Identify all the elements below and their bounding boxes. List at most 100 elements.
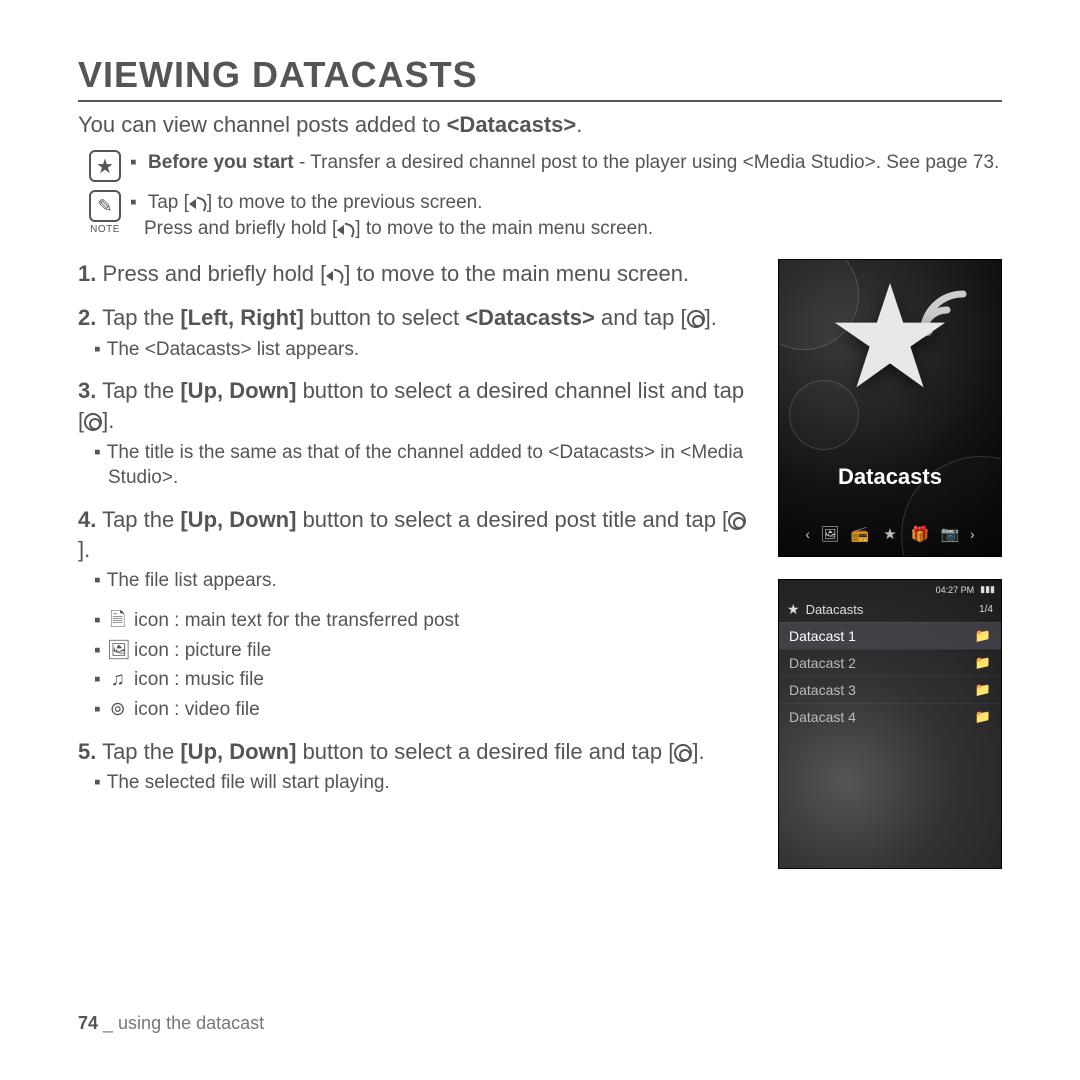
note-l2a: Press and briefly hold [ — [144, 218, 337, 239]
step-1: 1. Press and briefly hold [] to move to … — [78, 259, 754, 289]
star-large-icon — [830, 277, 950, 397]
target-icon — [84, 413, 102, 431]
folder-icon: 📁 — [975, 682, 991, 698]
footer-section: using the datacast — [118, 1013, 264, 1033]
step1-num: 1. — [78, 261, 96, 286]
icon-legend-text: ▪🗎 icon : main text for the transferred … — [78, 608, 754, 634]
step5-sub-text: The selected file will start playing. — [107, 772, 390, 793]
step2-sub-text: The <Datacasts> list appears. — [107, 339, 359, 360]
footer-sep: _ — [98, 1013, 118, 1033]
list-item[interactable]: Datacast 2 📁 — [779, 649, 1001, 676]
device2-count: 1/4 — [979, 604, 993, 615]
step2-d: ]. — [705, 305, 717, 330]
radio-nav-icon: 📻 — [850, 526, 870, 542]
step4-bold: [Up, Down] — [180, 507, 296, 532]
step5-b: button to select a desired file and tap … — [296, 739, 674, 764]
device-screenshot-main: Datacasts ‹ 🖼 📻 ★ 🎁 📷 › — [778, 259, 1002, 557]
device1-label: Datacasts — [779, 464, 1001, 490]
callout-before: ▪ Before you start - Transfer a desired … — [122, 150, 999, 176]
before-rest: - Transfer a desired channel post to the… — [294, 152, 1000, 173]
status-bar: 04:27 PM ▮▮▮ — [779, 580, 1001, 599]
step5-c: ]. — [692, 739, 704, 764]
step-4: 4. Tap the [Up, Down] button to select a… — [78, 505, 754, 594]
intro-post: . — [576, 112, 582, 137]
step3-c: ]. — [102, 408, 114, 433]
icon-legend-music: ▪♫ icon : music file — [78, 667, 754, 693]
chevron-left-icon: ‹ — [805, 526, 810, 542]
step4-sub: ▪The file list appears. — [78, 568, 754, 594]
device2-header: ★ Datacasts 1/4 — [779, 599, 1001, 622]
folder-icon: 📁 — [975, 655, 991, 671]
step-5: 5. Tap the [Up, Down] button to select a… — [78, 737, 754, 796]
picture-icon: 🖼 — [107, 638, 129, 664]
icon-legend-pic: ▪🖼 icon : picture file — [78, 638, 754, 664]
back-arrow-icon — [189, 196, 207, 210]
list-item-label: Datacast 3 — [789, 682, 856, 698]
star-small-icon: ★ — [787, 601, 800, 618]
star-icon: ★ — [89, 150, 121, 182]
legend-pic: icon : picture file — [134, 640, 271, 661]
step2-num: 2. — [78, 305, 96, 330]
folder-icon: 📁 — [975, 709, 991, 725]
step3-sub-text: The title is the same as that of the cha… — [107, 442, 743, 489]
step2-c: and tap [ — [595, 305, 687, 330]
step5-bold: [Up, Down] — [180, 739, 296, 764]
step1-a: Press and briefly hold [ — [96, 261, 326, 286]
step5-a: Tap the — [96, 739, 180, 764]
picture-nav-icon: 🖼 — [820, 526, 840, 542]
legend-text: icon : main text for the transferred pos… — [134, 610, 459, 631]
callout-note: ▪ Tap [] to move to the previous screen.… — [122, 190, 653, 241]
icon-legend-video: ▪⊚ icon : video file — [78, 697, 754, 723]
intro-pre: You can view channel posts added to — [78, 112, 447, 137]
note-label: NOTE — [88, 224, 122, 235]
page-title: VIEWING DATACASTS — [78, 54, 1002, 102]
legend-video: icon : video file — [134, 699, 260, 720]
note-l2b: ] to move to the main menu screen. — [355, 218, 653, 239]
back-arrow-icon — [337, 222, 355, 236]
target-icon — [728, 512, 746, 530]
step4-sub-text: The file list appears. — [107, 570, 277, 591]
battery-icon: ▮▮▮ — [980, 584, 995, 595]
note-l1a: Tap [ — [148, 192, 189, 213]
device2-title: Datacasts — [806, 602, 974, 617]
target-icon — [674, 744, 692, 762]
target-icon — [687, 310, 705, 328]
music-icon: ♫ — [107, 667, 129, 693]
step4-c: ]. — [78, 537, 90, 562]
back-arrow-icon — [326, 268, 344, 282]
step2-sub: ▪The <Datacasts> list appears. — [78, 337, 754, 363]
list-item[interactable]: Datacast 3 📁 — [779, 676, 1001, 703]
step3-sub: ▪The title is the same as that of the ch… — [78, 440, 754, 491]
footer-page: 74 — [78, 1013, 98, 1033]
video-icon: ⊚ — [107, 697, 129, 723]
page-footer: 74 _ using the datacast — [78, 1013, 264, 1034]
step2-bold2: <Datacasts> — [465, 305, 595, 330]
status-time: 04:27 PM — [936, 585, 975, 595]
list-item-label: Datacast 1 — [789, 628, 856, 644]
gift-nav-icon: 🎁 — [910, 526, 930, 542]
list-item[interactable]: Datacast 1 📁 — [779, 622, 1001, 649]
step2-bold: [Left, Right] — [180, 305, 303, 330]
step4-b: button to select a desired post title an… — [296, 507, 728, 532]
note-l1b: ] to move to the previous screen. — [207, 192, 483, 213]
chevron-right-icon: › — [970, 526, 975, 542]
intro-bold: <Datacasts> — [447, 112, 577, 137]
folder-icon: 📁 — [975, 628, 991, 644]
step4-a: Tap the — [96, 507, 180, 532]
step3-num: 3. — [78, 378, 96, 403]
list-item[interactable]: Datacast 4 📁 — [779, 703, 1001, 730]
device-screenshot-list: 04:27 PM ▮▮▮ ★ Datacasts 1/4 Datacast 1 … — [778, 579, 1002, 869]
camera-nav-icon: 📷 — [940, 526, 960, 542]
step3-bold: [Up, Down] — [180, 378, 296, 403]
document-icon: 🗎 — [107, 608, 129, 634]
star-nav-icon: ★ — [880, 526, 900, 542]
step-2: 2. Tap the [Left, Right] button to selec… — [78, 303, 754, 362]
step2-b: button to select — [304, 305, 465, 330]
step2-a: Tap the — [96, 305, 180, 330]
note-icon: ✎ — [89, 190, 121, 222]
before-bold: Before you start — [148, 152, 294, 173]
step5-sub: ▪The selected file will start playing. — [78, 770, 754, 796]
step5-num: 5. — [78, 739, 96, 764]
device1-nav: ‹ 🖼 📻 ★ 🎁 📷 › — [779, 526, 1001, 542]
intro-line: You can view channel posts added to <Dat… — [78, 112, 1002, 138]
